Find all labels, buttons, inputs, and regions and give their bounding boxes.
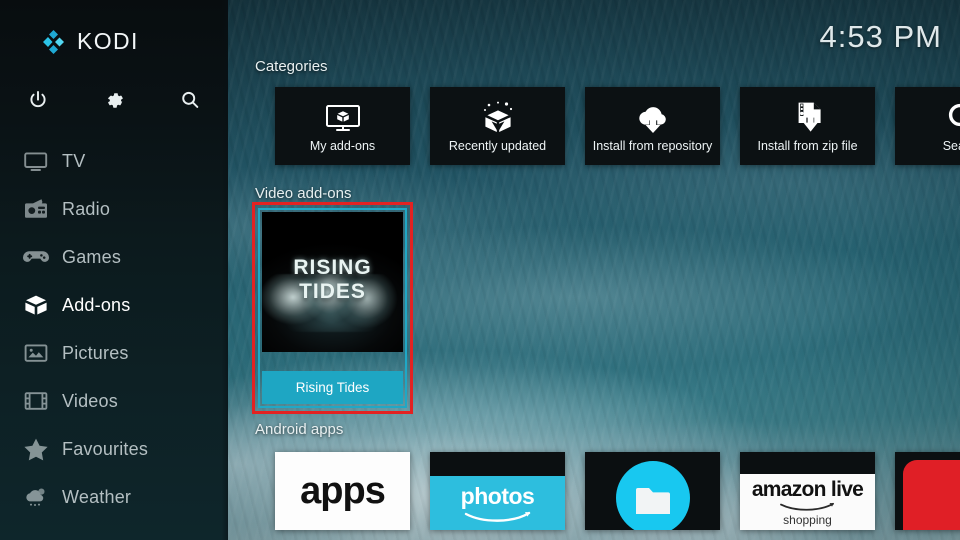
section-label-android-apps: Android apps <box>255 421 344 438</box>
sidebar: KODI TV Radio Games Add-ons Pictures Vid… <box>0 0 228 540</box>
android-app-tile-photos[interactable]: photos <box>430 452 565 530</box>
main-content: 4:53 PM Categories My add-ons Recently u… <box>228 0 960 540</box>
category-tile-install-from-zip-file[interactable]: Install from zip file <box>740 87 875 165</box>
addons-box-icon <box>10 293 62 317</box>
tv-icon <box>10 150 62 172</box>
star-icon <box>10 437 62 461</box>
sidebar-item-label: Radio <box>62 198 111 219</box>
category-tile-install-from-repository[interactable]: Install from repository <box>585 87 720 165</box>
android-app-label: apps <box>300 469 386 512</box>
sidebar-item-label: Favourites <box>62 438 149 459</box>
kodi-logo-icon <box>38 29 66 55</box>
android-app-tile-apps[interactable]: apps <box>275 452 410 530</box>
sidebar-item-tv[interactable]: TV <box>0 137 228 185</box>
android-app-label: amazon live <box>751 477 864 501</box>
gear-icon[interactable] <box>76 78 152 122</box>
poster-title: RISING TIDES <box>293 256 372 303</box>
amazon-swoosh-icon <box>779 502 834 511</box>
app-logo: KODI <box>38 28 139 55</box>
apps-icon: apps <box>275 452 410 530</box>
android-app-tile-red[interactable] <box>895 452 960 530</box>
video-addon-label: Rising Tides <box>262 371 403 404</box>
amazon-swoosh-icon <box>464 511 530 522</box>
category-tile-label: Install from zip file <box>757 139 858 153</box>
android-app-sublabel: shopping <box>783 512 832 527</box>
android-app-label: photos <box>460 482 535 509</box>
category-tile-recently-updated[interactable]: Recently updated <box>430 87 565 165</box>
red-app-icon <box>903 460 960 530</box>
video-addon-tile-rising-tides[interactable]: RISING TIDES Rising Tides <box>252 202 413 414</box>
sidebar-item-weather[interactable]: Weather <box>0 473 228 521</box>
sidebar-item-label: TV <box>62 150 86 171</box>
poster-artwork: RISING TIDES <box>262 212 403 352</box>
android-app-tile-files[interactable] <box>585 452 720 530</box>
amazon-photos-icon: photos <box>430 476 565 530</box>
sidebar-item-label: Videos <box>62 390 118 411</box>
monitor-addon-icon <box>323 99 363 135</box>
pictures-icon <box>10 342 62 364</box>
clock: 4:53 PM <box>819 19 942 54</box>
sidebar-item-add-ons[interactable]: Add-ons <box>0 281 228 329</box>
section-label-categories: Categories <box>255 58 328 75</box>
category-tile-label: Recently updated <box>448 139 547 153</box>
app-name: KODI <box>77 28 139 54</box>
sidebar-menu: TV Radio Games Add-ons Pictures Videos F… <box>0 137 228 521</box>
section-label-video-addons: Video add-ons <box>255 185 352 202</box>
film-strip-icon <box>10 390 62 412</box>
sidebar-item-label: Pictures <box>62 342 129 363</box>
power-icon[interactable] <box>0 78 76 122</box>
cloud-download-icon <box>632 99 674 135</box>
search-icon <box>944 99 960 135</box>
sidebar-item-label: Games <box>62 246 122 267</box>
category-tile-search[interactable]: Search <box>895 87 960 165</box>
category-tile-label: Install from repository <box>592 139 713 153</box>
android-app-tile-amazon-live[interactable]: amazon live shopping <box>740 452 875 530</box>
zip-download-icon <box>789 99 827 135</box>
weather-cloud-icon <box>10 486 62 508</box>
folder-icon <box>615 461 690 530</box>
category-tile-my-add-ons[interactable]: My add-ons <box>275 87 410 165</box>
open-box-sparkle-icon <box>478 99 518 135</box>
android-apps-row: apps photos amazon live shopping <box>275 452 960 530</box>
amazon-live-icon: amazon live shopping <box>740 474 875 530</box>
sidebar-item-label: Weather <box>62 486 132 507</box>
sidebar-item-favourites[interactable]: Favourites <box>0 425 228 473</box>
gamepad-icon <box>10 247 62 267</box>
categories-row: My add-ons Recently updated Install from… <box>275 87 960 165</box>
sidebar-quick-icons <box>0 78 228 122</box>
category-tile-label: My add-ons <box>309 139 376 153</box>
sidebar-item-videos[interactable]: Videos <box>0 377 228 425</box>
sidebar-item-games[interactable]: Games <box>0 233 228 281</box>
category-tile-label: Search <box>942 139 960 153</box>
sidebar-item-label: Add-ons <box>62 294 131 315</box>
search-icon[interactable] <box>152 78 228 122</box>
sidebar-item-pictures[interactable]: Pictures <box>0 329 228 377</box>
sidebar-item-radio[interactable]: Radio <box>0 185 228 233</box>
radio-icon <box>10 198 62 220</box>
